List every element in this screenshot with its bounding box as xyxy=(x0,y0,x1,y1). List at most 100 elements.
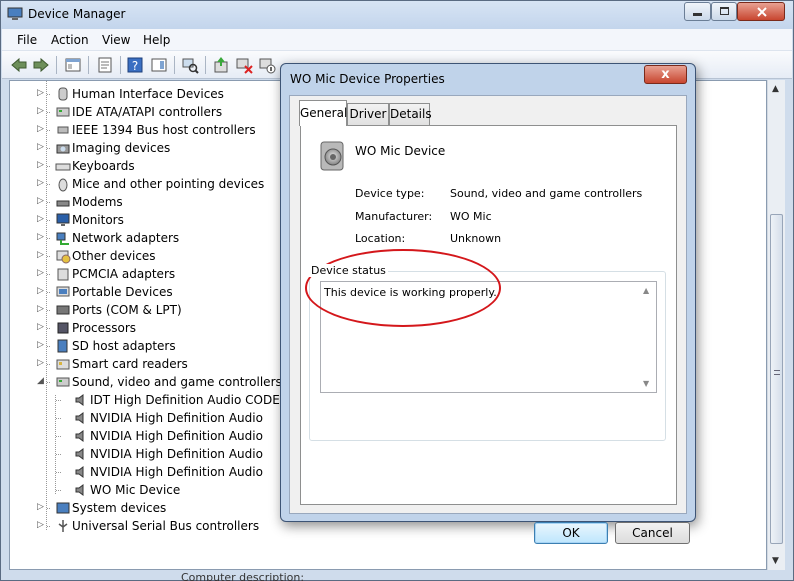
manufacturer-label: Manufacturer: xyxy=(355,210,433,223)
update-driver-icon[interactable] xyxy=(212,56,230,74)
modems-icon xyxy=(56,200,70,207)
tree-label: Portable Devices xyxy=(72,285,173,299)
menu-help[interactable]: Help xyxy=(143,33,170,47)
tree-label: Universal Serial Bus controllers xyxy=(72,519,260,533)
expand-toggle-icon[interactable]: ▷ xyxy=(37,323,45,332)
device-status-textbox[interactable]: This device is working properly. ▲ ▼ xyxy=(320,281,657,393)
expand-toggle-icon[interactable]: ▷ xyxy=(37,89,45,98)
tree-label: Monitors xyxy=(72,213,124,227)
dialog-close-button[interactable]: x xyxy=(644,65,687,84)
back-arrow-icon[interactable] xyxy=(10,56,28,74)
disable-device-icon[interactable] xyxy=(258,56,276,74)
expand-toggle-icon[interactable]: ▷ xyxy=(37,107,45,116)
tree-label: NVIDIA High Definition Audio xyxy=(90,429,263,443)
tab-details[interactable]: Details xyxy=(389,103,432,125)
audio-device-icon xyxy=(75,412,84,424)
tree-label: Network adapters xyxy=(72,231,180,245)
monitors-icon xyxy=(56,213,70,226)
ide-ata-atapi-controllers-icon xyxy=(56,107,70,117)
expand-toggle-icon[interactable]: ▷ xyxy=(37,161,45,170)
human-interface-devices-icon xyxy=(58,87,68,101)
scan-hardware-changes-icon[interactable] xyxy=(181,56,199,74)
minimize-icon xyxy=(693,13,702,16)
scroll-down-icon[interactable]: ▼ xyxy=(772,556,779,566)
tab-driver[interactable]: Driver xyxy=(347,103,389,125)
help-icon[interactable]: ? xyxy=(126,56,144,74)
show-hide-console-tree-icon[interactable] xyxy=(64,56,82,74)
minimize-button[interactable] xyxy=(684,2,711,21)
tree-label: Sound, video and game controllers xyxy=(72,375,282,389)
expand-toggle-icon[interactable]: ▷ xyxy=(37,341,45,350)
device-status-text: This device is working properly. xyxy=(324,286,497,299)
scroll-thumb[interactable] xyxy=(770,214,783,544)
expand-toggle-icon[interactable]: ▷ xyxy=(37,215,45,224)
ieee-1394-bus-host-controllers-icon xyxy=(57,126,69,134)
audio-device-icon xyxy=(75,448,84,460)
title-bar[interactable]: Device Manager xyxy=(1,1,793,29)
maximize-button[interactable] xyxy=(711,2,737,21)
expand-toggle-icon[interactable]: ▷ xyxy=(37,179,45,188)
menu-file[interactable]: File xyxy=(17,33,37,47)
menu-action[interactable]: Action xyxy=(51,33,89,47)
location-value: Unknown xyxy=(450,232,502,245)
ports-com-lpt-icon xyxy=(56,305,70,315)
uninstall-device-icon[interactable] xyxy=(235,56,253,74)
expand-toggle-icon[interactable]: ▷ xyxy=(37,521,45,530)
maximize-icon xyxy=(720,7,729,15)
expand-toggle-icon[interactable]: ▷ xyxy=(37,269,45,278)
tree-label: Other devices xyxy=(72,249,156,263)
ok-button[interactable]: OK xyxy=(534,522,608,544)
expand-toggle-icon[interactable]: ◢ xyxy=(37,377,45,386)
status-scroll-up-icon[interactable]: ▲ xyxy=(643,286,649,295)
dialog-body: General Driver Details WO Mic Device Dev… xyxy=(289,95,690,544)
expand-toggle-icon[interactable]: ▷ xyxy=(37,233,45,242)
close-button[interactable] xyxy=(737,2,785,21)
audio-device-icon xyxy=(75,466,84,478)
processors-icon xyxy=(57,322,69,334)
forward-arrow-icon[interactable] xyxy=(32,56,50,74)
smart-card-readers-icon xyxy=(56,359,70,370)
device-type-value: Sound, video and game controllers xyxy=(450,187,643,200)
audio-device-icon xyxy=(75,484,84,496)
location-label: Location: xyxy=(355,232,406,245)
portable-devices-icon xyxy=(56,286,70,297)
tree-label: IDE ATA/ATAPI controllers xyxy=(72,105,223,119)
properties-icon[interactable] xyxy=(96,56,114,74)
universal-serial-bus-controllers-icon xyxy=(58,520,68,532)
menu-view[interactable]: View xyxy=(102,33,130,47)
tree-label: IEEE 1394 Bus host controllers xyxy=(72,123,256,137)
expand-toggle-icon[interactable]: ▷ xyxy=(37,143,45,152)
expand-toggle-icon[interactable]: ▷ xyxy=(37,197,45,206)
expand-toggle-icon[interactable]: ▷ xyxy=(37,287,45,296)
tree-label: PCMCIA adapters xyxy=(72,267,176,281)
system-devices-icon xyxy=(56,502,70,514)
tree-label: NVIDIA High Definition Audio xyxy=(90,447,263,461)
audio-device-icon xyxy=(75,430,84,442)
expand-toggle-icon[interactable]: ▷ xyxy=(37,125,45,134)
status-scroll-down-icon[interactable]: ▼ xyxy=(643,379,649,388)
close-icon xyxy=(757,7,767,17)
expand-toggle-icon[interactable]: ▷ xyxy=(37,503,45,512)
computer-description-text: Computer description: xyxy=(181,571,305,581)
tree-vertical-scrollbar[interactable]: ▲ ▼ xyxy=(767,80,785,570)
action-pane-icon[interactable] xyxy=(150,56,168,74)
audio-device-icon xyxy=(75,394,84,406)
general-tab-panel: WO Mic Device Device type: Sound, video … xyxy=(300,125,677,505)
tree-label: System devices xyxy=(72,501,167,515)
scroll-up-icon[interactable]: ▲ xyxy=(772,84,779,94)
tree-label: IDT High Definition Audio CODEC xyxy=(90,393,289,407)
expand-toggle-icon[interactable]: ▷ xyxy=(37,251,45,260)
other-devices-icon xyxy=(56,250,71,264)
tree-label: Smart card readers xyxy=(72,357,188,371)
dialog-title: WO Mic Device Properties xyxy=(290,72,445,86)
cancel-button[interactable]: Cancel xyxy=(615,522,690,544)
expand-toggle-icon[interactable]: ▷ xyxy=(37,305,45,314)
properties-dialog: WO Mic Device Properties x General Drive… xyxy=(280,63,696,544)
expand-toggle-icon[interactable]: ▷ xyxy=(37,359,45,368)
device-name: WO Mic Device xyxy=(355,144,446,158)
tree-label: SD host adapters xyxy=(72,339,176,353)
device-manager-icon xyxy=(7,7,23,20)
tab-general[interactable]: General xyxy=(299,100,347,126)
manufacturer-value: WO Mic xyxy=(450,210,492,223)
tree-label: Processors xyxy=(72,321,137,335)
